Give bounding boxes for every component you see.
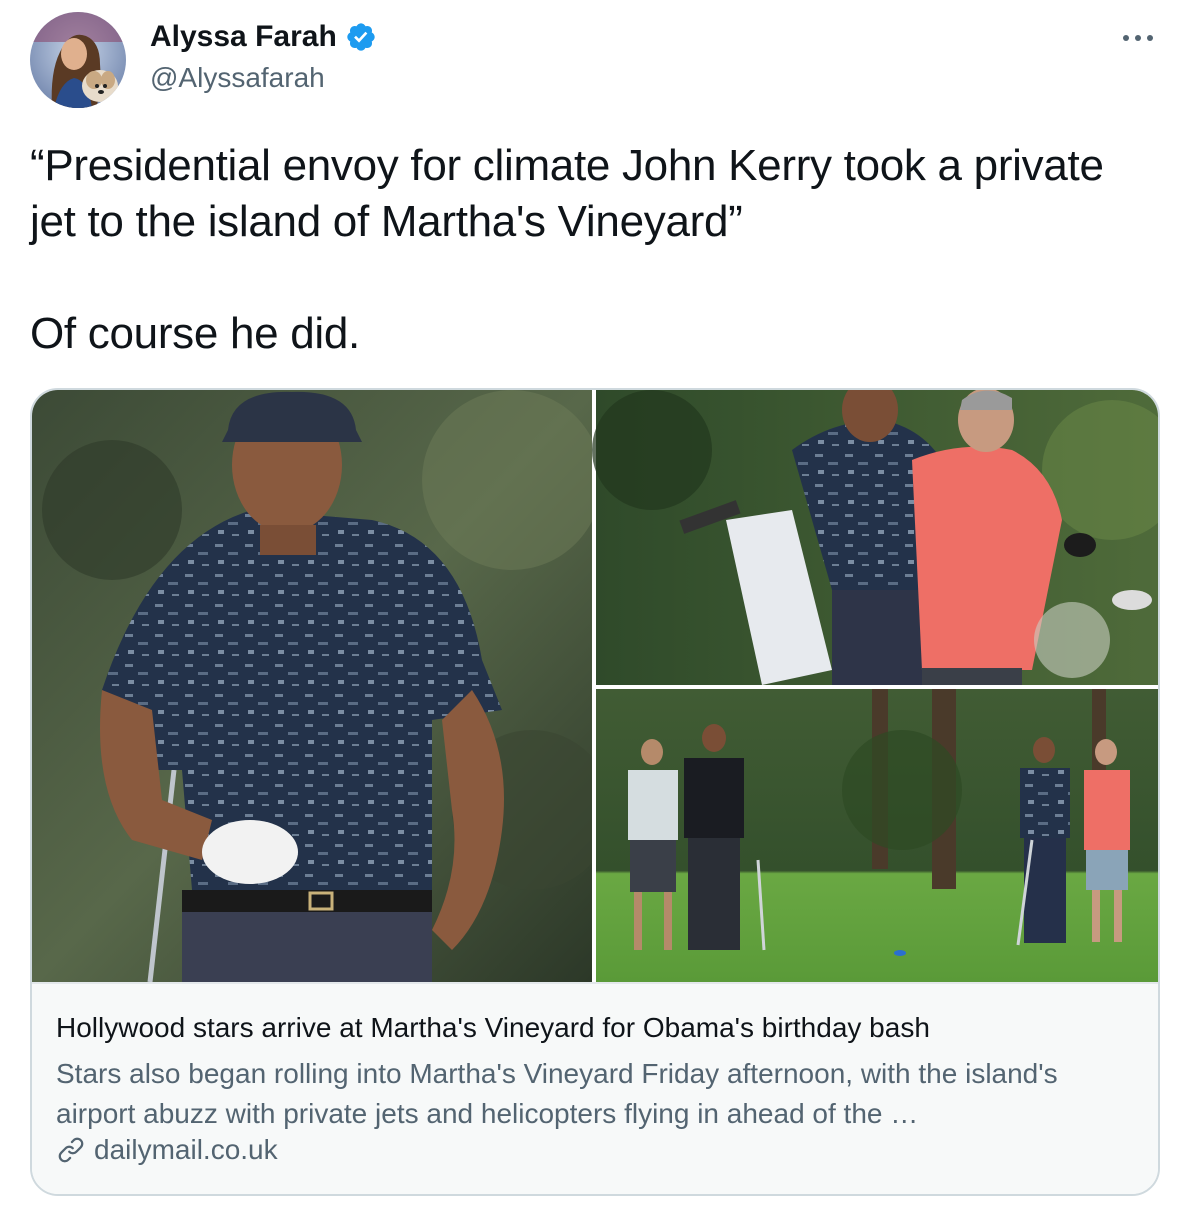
link-preview-card[interactable]: Hollywood stars arrive at Martha's Viney… [30, 388, 1160, 1196]
card-link-row[interactable]: dailymail.co.uk [56, 1134, 278, 1166]
verified-badge-icon [345, 21, 377, 53]
card-domain[interactable]: dailymail.co.uk [94, 1134, 278, 1166]
photo-top-right [592, 390, 1158, 685]
card-description: Stars also began rolling into Martha's V… [56, 1058, 1058, 1129]
card-info[interactable]: Hollywood stars arrive at Martha's Viney… [32, 982, 1158, 1194]
golf-photo-collage [32, 390, 1158, 982]
card-title[interactable]: Hollywood stars arrive at Martha's Viney… [56, 1012, 930, 1044]
author-handle[interactable]: @Alyssafarah [150, 62, 325, 94]
tweet-comment: Of course he did. [30, 309, 360, 358]
tweet-quote: “Presidential envoy for climate John Ker… [30, 141, 1104, 246]
photo-left [32, 390, 612, 982]
link-icon [56, 1135, 86, 1165]
display-name[interactable]: Alyssa Farah [150, 20, 337, 54]
card-media[interactable] [32, 390, 1158, 982]
profile-photo-icon [30, 12, 126, 108]
author-name-row[interactable]: Alyssa Farah [150, 20, 377, 54]
photo-bottom-right [596, 689, 1158, 982]
tweet: Alyssa Farah @Alyssafarah “Presidential … [0, 0, 1186, 1218]
avatar[interactable] [30, 12, 126, 108]
tweet-text: “Presidential envoy for climate John Ker… [30, 138, 1150, 362]
more-horizontal-icon[interactable] [1118, 24, 1158, 52]
